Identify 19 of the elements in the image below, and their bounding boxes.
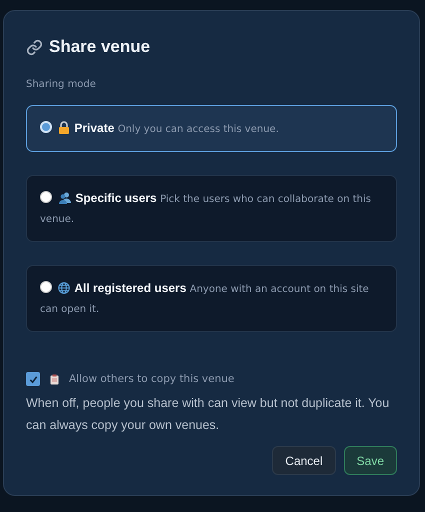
radio-button[interactable] (40, 191, 52, 203)
radio-button[interactable] (40, 121, 52, 133)
sharing-option[interactable]: Private Only you can access this venue. (26, 105, 397, 152)
users-icon (58, 192, 72, 204)
copy-checkbox[interactable] (26, 372, 40, 386)
clipboard-icon (50, 374, 59, 384)
globe-icon (58, 282, 70, 294)
radio-button[interactable] (40, 281, 52, 293)
lock-icon (58, 121, 70, 134)
link-icon (26, 38, 43, 56)
copy-label: Allow others to copy this venue (69, 373, 234, 385)
section-label: Sharing mode (26, 79, 97, 90)
sharing-option[interactable]: All registered users Anyone with an account on this site can open it. (26, 265, 397, 332)
cancel-button[interactable]: Cancel (272, 446, 336, 475)
save-button[interactable]: Save (344, 446, 397, 475)
sharing-option[interactable]: Specific users Pick the users who can collaborate on this venue. (26, 175, 397, 242)
checkmark-icon (28, 374, 38, 384)
help-text: When off, people you share with can view but not duplicate it. You can always copy your own venues. (26, 395, 390, 434)
dialog-title: Share venue (49, 37, 150, 57)
